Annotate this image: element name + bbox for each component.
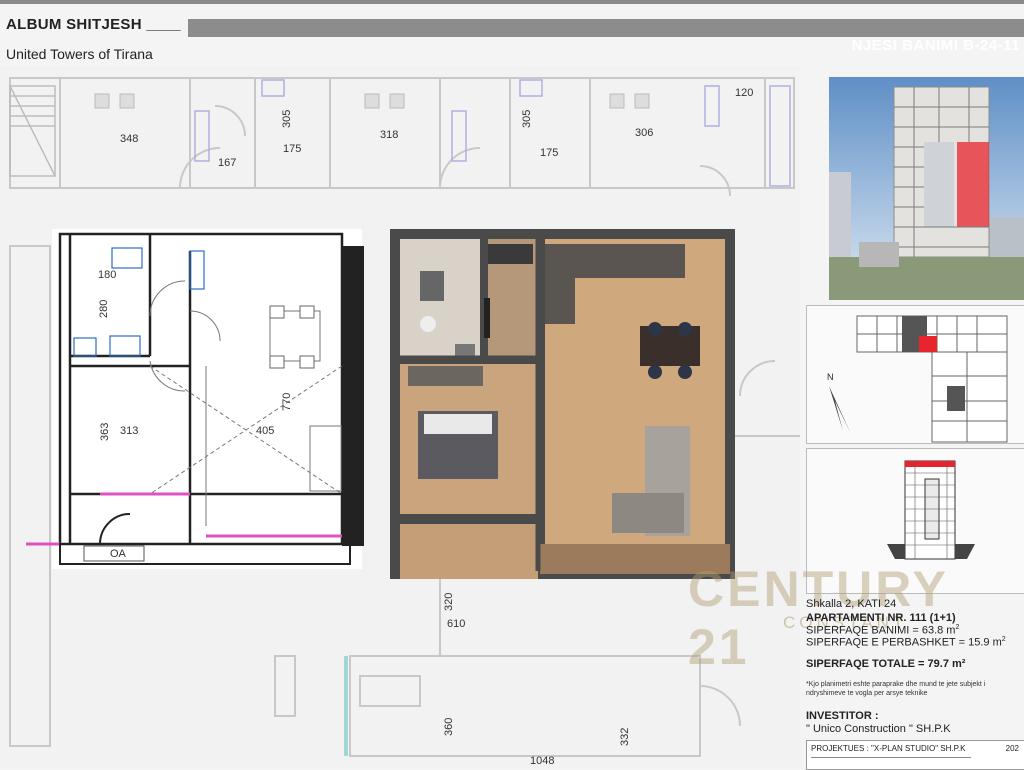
title-block: PROJEKTUES : "X-PLAN STUDIO" SH.P.K 202 (806, 740, 1024, 770)
investor-label: INVESTITOR : (806, 710, 879, 722)
dim-175a: 175 (283, 143, 301, 155)
dim-167: 167 (218, 157, 236, 169)
dim-306: 306 (635, 127, 653, 139)
key-plan: N (806, 305, 1024, 444)
building-render (829, 77, 1024, 300)
floor-plan: 348 305 318 305 306 120 167 175 175 320 … (0, 66, 800, 768)
apartment-number: APARTAMENTI NR. 111 (1+1) (806, 612, 956, 624)
dim-305a: 305 (281, 110, 293, 128)
area-total: SIPERFAQE TOTALE = 79.7 m² (806, 658, 966, 670)
dim-120: 120 (735, 87, 753, 99)
top-border (0, 0, 1024, 4)
dim-313: 313 (120, 425, 138, 437)
dim-1048: 1048 (530, 755, 554, 767)
rendered-3d-plan (390, 229, 735, 579)
footer-divider (811, 757, 971, 758)
dim-oa: OA (110, 548, 127, 560)
dim-360: 360 (443, 718, 455, 736)
area-living: SIPERFAQE BANIMI = 63.8 m (806, 624, 956, 637)
dim-770: 770 (281, 393, 293, 411)
album-title: ALBUM SHITJESH ____ (6, 16, 181, 33)
dim-610: 610 (447, 618, 465, 630)
project-subtitle: United Towers of Tirana (6, 46, 153, 62)
dim-348: 348 (120, 133, 138, 145)
dim-305b: 305 (521, 110, 533, 128)
unit-code: NJESI BANIMI B-24-11 (851, 37, 1020, 54)
stair-floor: Shkalla 2, KATI 24 (806, 598, 897, 610)
dim-175b: 175 (540, 147, 558, 159)
dim-320: 320 (443, 593, 455, 611)
dim-180: 180 (98, 269, 116, 281)
disclaimer-note: *Kjo planimetri eshte paraprake dhe mund… (806, 681, 986, 697)
unit-header-bar: NJESI BANIMI B-24-11 (188, 19, 1024, 54)
area-shared: SIPERFAQE E PERBASHKET = 15.9 m (806, 636, 1002, 649)
apartment-info: Shkalla 2, KATI 24 APARTAMENTI NR. 111 (… (806, 598, 1024, 735)
dim-405: 405 (256, 425, 274, 437)
dim-332: 332 (619, 728, 631, 746)
dim-363: 363 (99, 423, 111, 441)
north-label: N (827, 372, 834, 382)
year: 202 (1005, 744, 1019, 753)
designer-name: PROJEKTUES : "X-PLAN STUDIO" SH.P.K (811, 744, 966, 753)
dim-280: 280 (98, 300, 110, 318)
investor-name: " Unico Construction " SH.P.K (806, 723, 951, 735)
dim-318: 318 (380, 129, 398, 141)
